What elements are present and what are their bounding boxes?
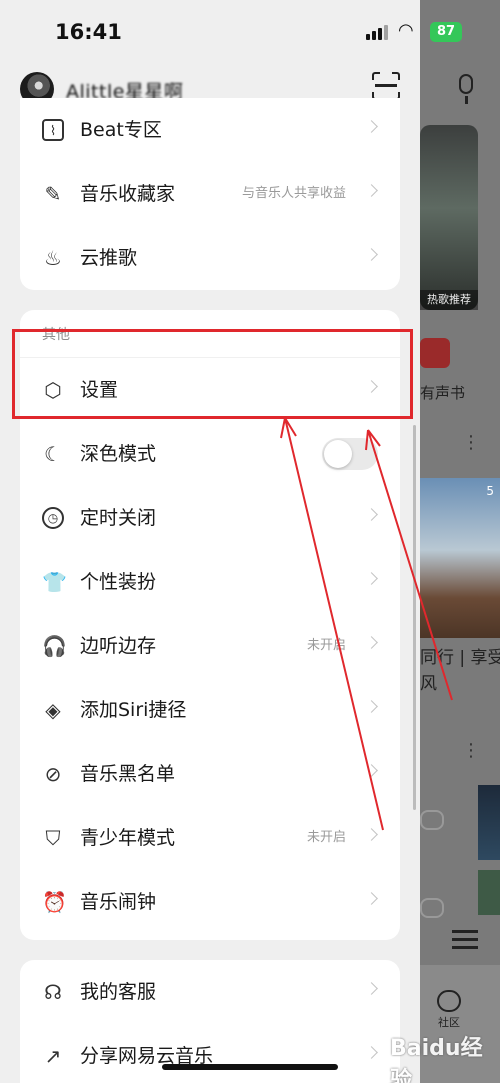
alarm-clock-icon: ⏰ (42, 890, 67, 914)
play-icon[interactable] (420, 810, 444, 830)
cellular-signal-icon (366, 24, 388, 40)
moon-icon: ☾ (44, 442, 62, 466)
tab-community[interactable]: 社区 (434, 990, 464, 1030)
tshirt-icon: 👕 (42, 570, 67, 594)
chevron-right-icon (365, 892, 378, 905)
playlist-caption: 热歌推荐 (420, 290, 478, 310)
community-label: 社区 (438, 1016, 460, 1029)
status-bar: 16:41 ◠ (0, 0, 420, 60)
chevron-right-icon (365, 248, 378, 261)
chevron-right-icon (365, 184, 378, 197)
menu-item-siri-shortcut[interactable]: ◈ 添加Siri捷径 (20, 678, 400, 742)
microphone-icon[interactable] (448, 72, 484, 108)
timer-icon: ◷ (42, 507, 64, 529)
track-thumbnail[interactable] (478, 870, 500, 915)
menu-item-label: 音乐闹钟 (80, 891, 157, 913)
track-thumbnail[interactable] (478, 785, 500, 860)
chevron-right-icon (365, 828, 378, 841)
menu-item-label: 定时关闭 (80, 507, 157, 529)
menu-item-share[interactable]: ↗ 分享网易云音乐 (20, 1024, 400, 1083)
wifi-icon: ◠ (398, 20, 414, 41)
menu-item-label: 音乐黑名单 (80, 763, 176, 785)
menu-item-youth-mode[interactable]: ⛉ 青少年模式 未开启 (20, 806, 400, 870)
menu-item-label: 添加Siri捷径 (80, 699, 187, 721)
scroll-indicator[interactable] (413, 425, 416, 810)
share-icon: ↗ (44, 1044, 62, 1068)
menu-item-label: 分享网易云音乐 (80, 1045, 214, 1067)
chevron-right-icon (365, 764, 378, 777)
dark-mode-toggle[interactable] (322, 438, 378, 470)
menu-item-label: 我的客服 (80, 981, 157, 1003)
menu-item-listen-save[interactable]: 🎧 边听边存 未开启 (20, 614, 400, 678)
playlist-cover[interactable]: 热歌推荐 (420, 125, 478, 310)
background-app: 热歌推荐 有声书 ⋮ 5 同行 | 享受风 ⋮ 社区 (420, 0, 500, 1083)
menu-item-alarm[interactable]: ⏰ 音乐闹钟 (20, 870, 400, 934)
menu-item-beat[interactable]: ⌇ Beat专区 (20, 98, 400, 162)
more-icon[interactable]: ⋮ (462, 740, 480, 761)
watermark: Baidu经验 (390, 1036, 483, 1083)
menu-item-subtitle: 未开启 (306, 638, 346, 653)
battery-indicator: 87 (430, 22, 462, 42)
menu-item-blacklist[interactable]: ⊘ 音乐黑名单 (20, 742, 400, 806)
menu-item-label: 边听边存 (80, 635, 157, 657)
menu-item-label: 青少年模式 (80, 827, 176, 849)
menu-item-cloud-recommend[interactable]: ♨ 云推歌 (20, 226, 400, 290)
menu-item-subtitle: 未开启 (306, 830, 346, 845)
play-icon[interactable] (420, 898, 444, 918)
block-icon: ⊘ (44, 762, 62, 786)
chart-icon: ⌇ (42, 119, 64, 141)
community-icon (437, 990, 461, 1012)
menu-item-subtitle: 与音乐人共享收益 (241, 186, 346, 201)
pen-icon: ✎ (44, 182, 62, 206)
chevron-right-icon (365, 636, 378, 649)
menu-item-label: 云推歌 (80, 247, 138, 269)
audio-book-icon[interactable] (420, 338, 450, 368)
flame-icon: ♨ (44, 246, 62, 270)
chevron-right-icon (365, 572, 378, 585)
chevron-right-icon (365, 120, 378, 133)
chevron-right-icon (365, 982, 378, 995)
more-icon[interactable]: ⋮ (462, 432, 480, 453)
menu-item-label: 音乐收藏家 (80, 183, 176, 205)
home-indicator[interactable] (162, 1064, 338, 1070)
shield-check-icon: ⛉ (45, 826, 61, 850)
menu-item-sleep-timer[interactable]: ◷ 定时关闭 (20, 486, 400, 550)
photo-count: 5 (486, 484, 494, 498)
headphones-icon: 🎧 (42, 634, 67, 658)
scan-icon[interactable] (372, 72, 400, 100)
chevron-right-icon (365, 700, 378, 713)
menu-item-dark-mode[interactable]: ☾ 深色模式 (20, 422, 400, 486)
chevron-right-icon (365, 508, 378, 521)
settings-highlight-box (12, 329, 413, 419)
feed-text: 同行 | 享受风 (420, 648, 500, 694)
menu-item-theme[interactable]: 👕 个性装扮 (20, 550, 400, 614)
menu-item-collector[interactable]: ✎ 音乐收藏家 与音乐人共享收益 (20, 162, 400, 226)
menu-item-label: Beat专区 (80, 119, 162, 141)
menu-item-label: 个性装扮 (80, 571, 157, 593)
status-time: 16:41 (55, 20, 122, 44)
layers-icon: ◈ (45, 698, 61, 722)
menu-item-label: 深色模式 (80, 443, 157, 465)
feed-photo[interactable]: 5 (420, 478, 500, 638)
headset-icon: ☊ (44, 980, 62, 1004)
playlist-queue-icon[interactable] (452, 930, 478, 950)
audio-book-label: 有声书 (420, 384, 466, 402)
chevron-right-icon (365, 1046, 378, 1059)
menu-item-customer-service[interactable]: ☊ 我的客服 (20, 960, 400, 1024)
menu-card-top: ⌇ Beat专区 ✎ 音乐收藏家 与音乐人共享收益 ♨ 云推歌 (20, 98, 400, 290)
